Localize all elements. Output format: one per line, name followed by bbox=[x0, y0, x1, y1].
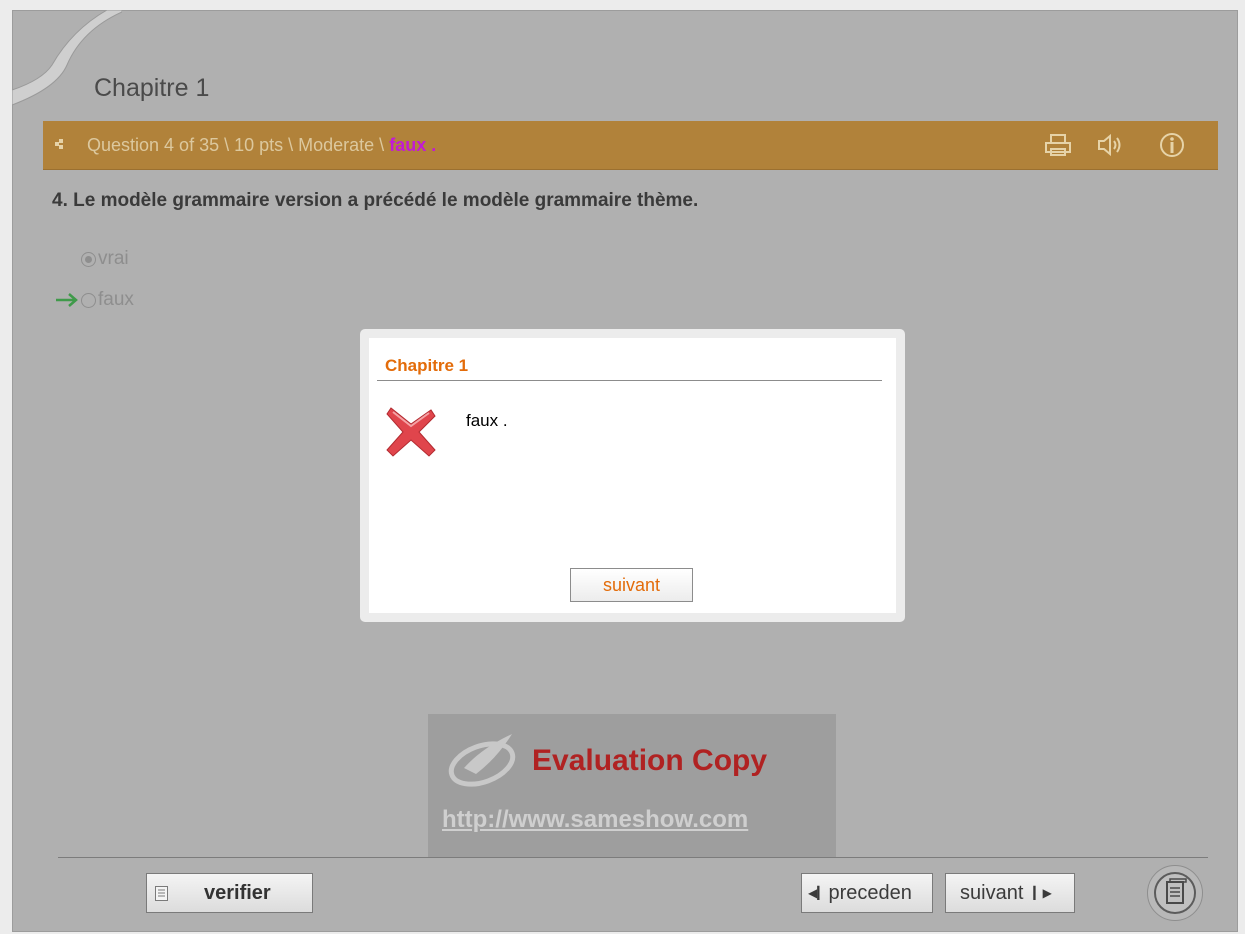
correct-answer-arrow-icon bbox=[56, 293, 78, 307]
question-meta: Question 4 of 35 \ 10 pts \ Moderate \ bbox=[87, 135, 390, 155]
chapter-title: Chapitre 1 bbox=[94, 74, 210, 102]
page-curl-decoration bbox=[12, 10, 122, 106]
next-arrow-icon: ▎▶ bbox=[1033, 886, 1052, 900]
next-button[interactable]: suivant ▎▶ bbox=[945, 873, 1075, 913]
radio-selected-icon[interactable] bbox=[81, 251, 96, 267]
document-icon bbox=[155, 885, 168, 901]
watermark-title: Evaluation Copy bbox=[532, 744, 768, 777]
previous-button[interactable]: ◀▎ preceden bbox=[801, 873, 933, 913]
previous-label: preceden bbox=[828, 881, 912, 904]
verify-label: verifier bbox=[204, 881, 271, 904]
print-icon[interactable] bbox=[1043, 131, 1073, 159]
feedback-dialog: Chapitre 1 faux . suivant bbox=[360, 329, 905, 622]
dialog-message: faux . bbox=[466, 411, 508, 430]
question-list-icon bbox=[1154, 872, 1196, 914]
sound-icon[interactable] bbox=[1095, 131, 1125, 159]
info-icon[interactable] bbox=[1157, 131, 1187, 159]
quiz-stage: Chapitre 1 Question 4 of 35 \ 10 pts \ M… bbox=[0, 0, 1245, 934]
evaluation-watermark: Evaluation Copy http://www.sameshow.com bbox=[428, 714, 836, 858]
bullet-icon bbox=[55, 139, 63, 149]
question-text: 4. Le modèle grammaire version a précédé… bbox=[52, 190, 699, 211]
dialog-title: Chapitre 1 bbox=[385, 356, 469, 375]
radio-unselected-icon[interactable] bbox=[81, 292, 96, 308]
option-label: vrai bbox=[98, 248, 129, 269]
question-info-text: Question 4 of 35 \ 10 pts \ Moderate \ f… bbox=[87, 135, 436, 156]
verify-button[interactable]: verifier bbox=[146, 873, 313, 913]
dialog-next-button[interactable]: suivant bbox=[570, 568, 693, 602]
previous-arrow-icon: ◀▎ bbox=[808, 886, 827, 900]
option-vrai[interactable]: vrai bbox=[81, 248, 129, 270]
footer-divider bbox=[58, 857, 1208, 858]
question-info-bar: Question 4 of 35 \ 10 pts \ Moderate \ f… bbox=[43, 121, 1218, 170]
watermark-url: http://www.sameshow.com bbox=[442, 806, 749, 833]
question-list-button[interactable] bbox=[1147, 865, 1203, 921]
answer-status: faux . bbox=[389, 135, 437, 155]
incorrect-x-icon bbox=[386, 407, 436, 457]
option-faux[interactable]: faux bbox=[81, 289, 134, 311]
next-label: suivant bbox=[960, 881, 1024, 904]
sameshow-logo-icon bbox=[448, 734, 516, 787]
dialog-divider bbox=[377, 380, 882, 381]
feedback-dialog-body: Chapitre 1 faux . suivant bbox=[369, 338, 896, 613]
option-label: faux bbox=[98, 289, 134, 310]
